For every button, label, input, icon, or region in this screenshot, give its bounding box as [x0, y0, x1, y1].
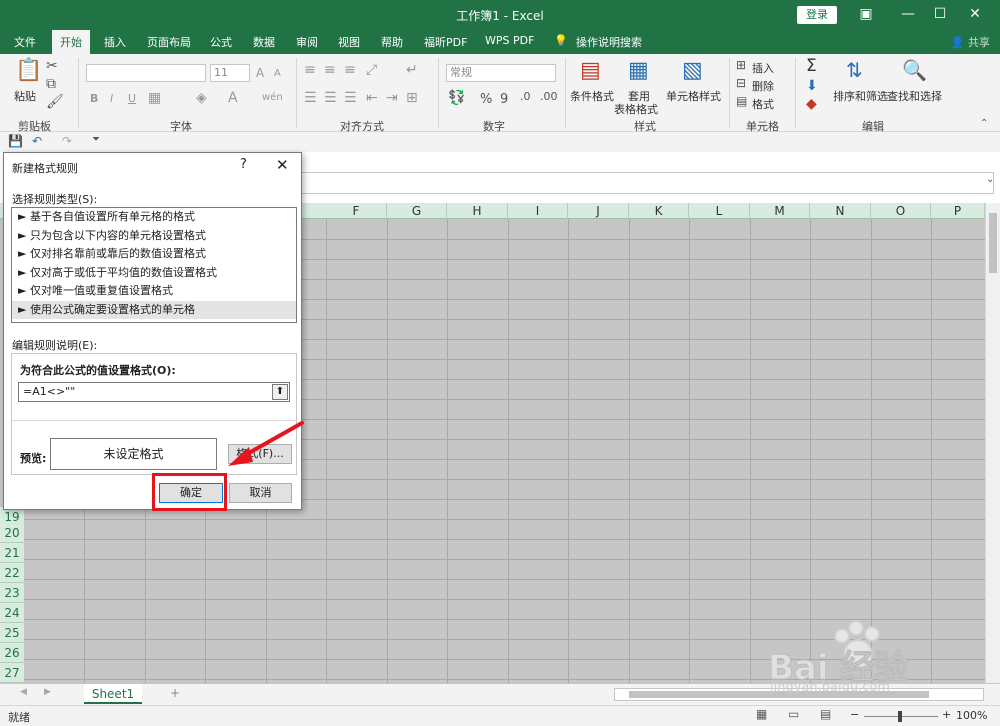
watermark-url: jingyan.baidu.com [770, 680, 890, 695]
baidu-watermark: Bai 经验 jingyan.baidu.com [740, 610, 960, 700]
